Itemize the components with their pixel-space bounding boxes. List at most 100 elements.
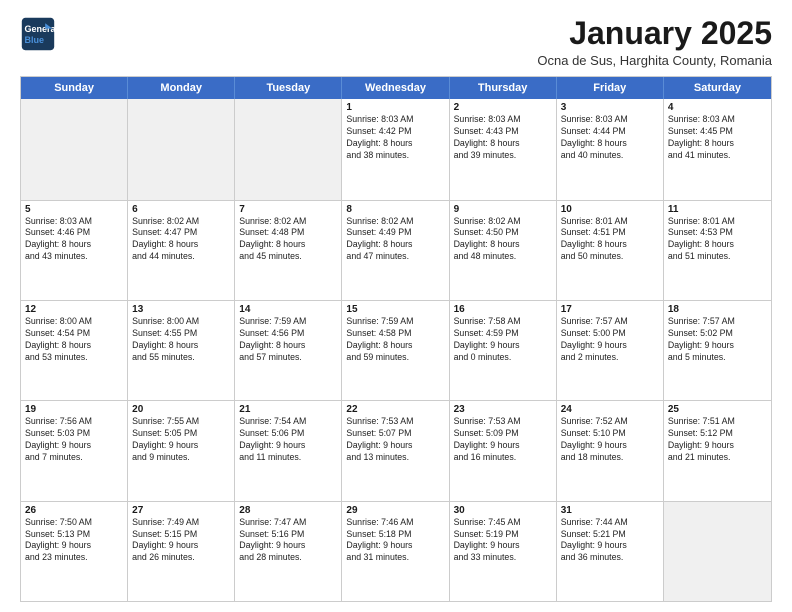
cell-info: Sunrise: 7:44 AM Sunset: 5:21 PM Dayligh…: [561, 517, 659, 565]
calendar-cell: 17Sunrise: 7:57 AM Sunset: 5:00 PM Dayli…: [557, 301, 664, 400]
day-number: 14: [239, 304, 337, 315]
calendar-cell: [235, 99, 342, 199]
cell-info: Sunrise: 8:01 AM Sunset: 4:53 PM Dayligh…: [668, 216, 767, 264]
cell-info: Sunrise: 7:50 AM Sunset: 5:13 PM Dayligh…: [25, 517, 123, 565]
calendar-cell: 28Sunrise: 7:47 AM Sunset: 5:16 PM Dayli…: [235, 502, 342, 601]
day-number: 31: [561, 505, 659, 516]
page: General Blue January 2025 Ocna de Sus, H…: [0, 0, 792, 612]
day-number: 15: [346, 304, 444, 315]
cell-info: Sunrise: 8:01 AM Sunset: 4:51 PM Dayligh…: [561, 216, 659, 264]
calendar-week-5: 26Sunrise: 7:50 AM Sunset: 5:13 PM Dayli…: [21, 501, 771, 601]
day-number: 12: [25, 304, 123, 315]
calendar-week-4: 19Sunrise: 7:56 AM Sunset: 5:03 PM Dayli…: [21, 400, 771, 500]
header-day-sunday: Sunday: [21, 77, 128, 99]
month-title: January 2025: [537, 16, 772, 51]
cell-info: Sunrise: 7:45 AM Sunset: 5:19 PM Dayligh…: [454, 517, 552, 565]
title-block: January 2025 Ocna de Sus, Harghita Count…: [537, 16, 772, 68]
calendar-cell: 30Sunrise: 7:45 AM Sunset: 5:19 PM Dayli…: [450, 502, 557, 601]
calendar-cell: 12Sunrise: 8:00 AM Sunset: 4:54 PM Dayli…: [21, 301, 128, 400]
calendar-body: 1Sunrise: 8:03 AM Sunset: 4:42 PM Daylig…: [21, 99, 771, 601]
calendar-cell: 14Sunrise: 7:59 AM Sunset: 4:56 PM Dayli…: [235, 301, 342, 400]
calendar-cell: [21, 99, 128, 199]
cell-info: Sunrise: 7:49 AM Sunset: 5:15 PM Dayligh…: [132, 517, 230, 565]
day-number: 24: [561, 404, 659, 415]
cell-info: Sunrise: 8:02 AM Sunset: 4:50 PM Dayligh…: [454, 216, 552, 264]
day-number: 16: [454, 304, 552, 315]
cell-info: Sunrise: 7:46 AM Sunset: 5:18 PM Dayligh…: [346, 517, 444, 565]
header-day-saturday: Saturday: [664, 77, 771, 99]
cell-info: Sunrise: 8:02 AM Sunset: 4:49 PM Dayligh…: [346, 216, 444, 264]
calendar-cell: 5Sunrise: 8:03 AM Sunset: 4:46 PM Daylig…: [21, 201, 128, 300]
subtitle: Ocna de Sus, Harghita County, Romania: [537, 53, 772, 68]
calendar-cell: 23Sunrise: 7:53 AM Sunset: 5:09 PM Dayli…: [450, 401, 557, 500]
calendar-cell: 16Sunrise: 7:58 AM Sunset: 4:59 PM Dayli…: [450, 301, 557, 400]
logo-icon: General Blue: [20, 16, 56, 52]
calendar-cell: 19Sunrise: 7:56 AM Sunset: 5:03 PM Dayli…: [21, 401, 128, 500]
calendar-cell: [128, 99, 235, 199]
calendar-cell: 25Sunrise: 7:51 AM Sunset: 5:12 PM Dayli…: [664, 401, 771, 500]
calendar-cell: 7Sunrise: 8:02 AM Sunset: 4:48 PM Daylig…: [235, 201, 342, 300]
calendar-cell: 15Sunrise: 7:59 AM Sunset: 4:58 PM Dayli…: [342, 301, 449, 400]
day-number: 1: [346, 102, 444, 113]
day-number: 17: [561, 304, 659, 315]
cell-info: Sunrise: 8:03 AM Sunset: 4:42 PM Dayligh…: [346, 114, 444, 162]
day-number: 27: [132, 505, 230, 516]
day-number: 5: [25, 204, 123, 215]
cell-info: Sunrise: 8:00 AM Sunset: 4:55 PM Dayligh…: [132, 316, 230, 364]
day-number: 20: [132, 404, 230, 415]
cell-info: Sunrise: 7:54 AM Sunset: 5:06 PM Dayligh…: [239, 416, 337, 464]
calendar-cell: 9Sunrise: 8:02 AM Sunset: 4:50 PM Daylig…: [450, 201, 557, 300]
day-number: 4: [668, 102, 767, 113]
cell-info: Sunrise: 8:02 AM Sunset: 4:48 PM Dayligh…: [239, 216, 337, 264]
calendar-cell: 27Sunrise: 7:49 AM Sunset: 5:15 PM Dayli…: [128, 502, 235, 601]
header-day-monday: Monday: [128, 77, 235, 99]
day-number: 22: [346, 404, 444, 415]
day-number: 10: [561, 204, 659, 215]
cell-info: Sunrise: 7:55 AM Sunset: 5:05 PM Dayligh…: [132, 416, 230, 464]
calendar-cell: 2Sunrise: 8:03 AM Sunset: 4:43 PM Daylig…: [450, 99, 557, 199]
calendar-cell: 4Sunrise: 8:03 AM Sunset: 4:45 PM Daylig…: [664, 99, 771, 199]
day-number: 26: [25, 505, 123, 516]
cell-info: Sunrise: 7:58 AM Sunset: 4:59 PM Dayligh…: [454, 316, 552, 364]
cell-info: Sunrise: 8:03 AM Sunset: 4:46 PM Dayligh…: [25, 216, 123, 264]
header: General Blue January 2025 Ocna de Sus, H…: [20, 16, 772, 68]
calendar-cell: 26Sunrise: 7:50 AM Sunset: 5:13 PM Dayli…: [21, 502, 128, 601]
cell-info: Sunrise: 7:47 AM Sunset: 5:16 PM Dayligh…: [239, 517, 337, 565]
header-day-thursday: Thursday: [450, 77, 557, 99]
logo: General Blue: [20, 16, 56, 52]
day-number: 8: [346, 204, 444, 215]
day-number: 21: [239, 404, 337, 415]
header-day-tuesday: Tuesday: [235, 77, 342, 99]
cell-info: Sunrise: 7:53 AM Sunset: 5:09 PM Dayligh…: [454, 416, 552, 464]
header-day-wednesday: Wednesday: [342, 77, 449, 99]
day-number: 30: [454, 505, 552, 516]
day-number: 6: [132, 204, 230, 215]
cell-info: Sunrise: 8:03 AM Sunset: 4:45 PM Dayligh…: [668, 114, 767, 162]
calendar-cell: 29Sunrise: 7:46 AM Sunset: 5:18 PM Dayli…: [342, 502, 449, 601]
cell-info: Sunrise: 7:56 AM Sunset: 5:03 PM Dayligh…: [25, 416, 123, 464]
calendar-cell: 21Sunrise: 7:54 AM Sunset: 5:06 PM Dayli…: [235, 401, 342, 500]
cell-info: Sunrise: 8:00 AM Sunset: 4:54 PM Dayligh…: [25, 316, 123, 364]
day-number: 7: [239, 204, 337, 215]
cell-info: Sunrise: 7:52 AM Sunset: 5:10 PM Dayligh…: [561, 416, 659, 464]
calendar: SundayMondayTuesdayWednesdayThursdayFrid…: [20, 76, 772, 602]
svg-text:General: General: [25, 24, 57, 34]
calendar-cell: 31Sunrise: 7:44 AM Sunset: 5:21 PM Dayli…: [557, 502, 664, 601]
calendar-cell: 11Sunrise: 8:01 AM Sunset: 4:53 PM Dayli…: [664, 201, 771, 300]
day-number: 18: [668, 304, 767, 315]
calendar-week-1: 1Sunrise: 8:03 AM Sunset: 4:42 PM Daylig…: [21, 99, 771, 199]
day-number: 3: [561, 102, 659, 113]
calendar-cell: 13Sunrise: 8:00 AM Sunset: 4:55 PM Dayli…: [128, 301, 235, 400]
calendar-header-row: SundayMondayTuesdayWednesdayThursdayFrid…: [21, 77, 771, 99]
calendar-cell: 10Sunrise: 8:01 AM Sunset: 4:51 PM Dayli…: [557, 201, 664, 300]
calendar-cell: 20Sunrise: 7:55 AM Sunset: 5:05 PM Dayli…: [128, 401, 235, 500]
day-number: 11: [668, 204, 767, 215]
header-day-friday: Friday: [557, 77, 664, 99]
calendar-cell: 3Sunrise: 8:03 AM Sunset: 4:44 PM Daylig…: [557, 99, 664, 199]
cell-info: Sunrise: 7:51 AM Sunset: 5:12 PM Dayligh…: [668, 416, 767, 464]
day-number: 25: [668, 404, 767, 415]
cell-info: Sunrise: 7:57 AM Sunset: 5:02 PM Dayligh…: [668, 316, 767, 364]
calendar-cell: 8Sunrise: 8:02 AM Sunset: 4:49 PM Daylig…: [342, 201, 449, 300]
cell-info: Sunrise: 8:03 AM Sunset: 4:43 PM Dayligh…: [454, 114, 552, 162]
cell-info: Sunrise: 7:53 AM Sunset: 5:07 PM Dayligh…: [346, 416, 444, 464]
